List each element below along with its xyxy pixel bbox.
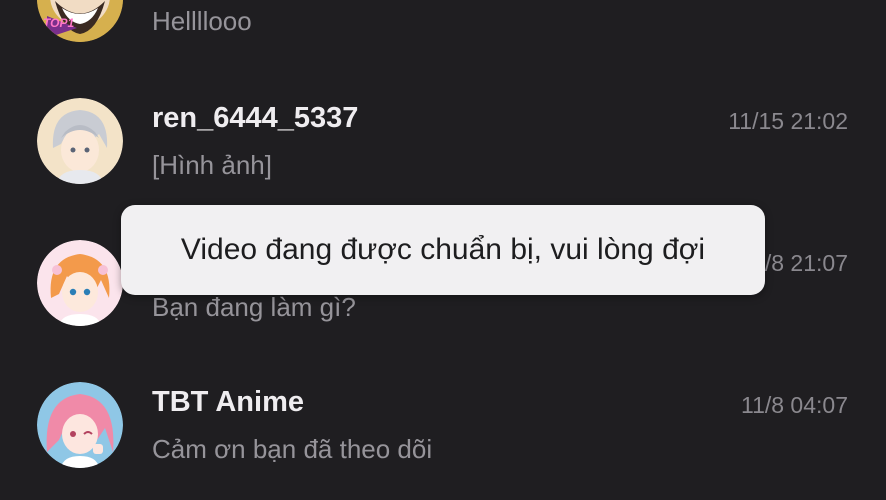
avatar-silver-hair-boy-icon[interactable] bbox=[37, 98, 123, 184]
toast-message: Video đang được chuẩn bị, vui lòng đợi bbox=[180, 233, 706, 266]
avatar-pink-hair-girl-icon[interactable] bbox=[37, 382, 123, 468]
avatar-badge: TOP1 bbox=[43, 16, 75, 30]
message-preview: Bạn đang làm gì? bbox=[152, 292, 356, 322]
message-time: 11/15 21:02 bbox=[728, 108, 848, 134]
contact-name: TBT Anime bbox=[152, 386, 304, 418]
conversation-item[interactable]: ren_6444_5337 11/15 21:02 [Hình ảnh] bbox=[0, 88, 886, 198]
toast-notification: Video đang được chuẩn bị, vui lòng đợi bbox=[121, 205, 765, 295]
conversation-list-screen: TOP1 Hellllooo ren_6444_5337 11/15 21:02… bbox=[0, 0, 886, 500]
contact-name: ren_6444_5337 bbox=[152, 102, 359, 134]
message-preview: Cảm ơn bạn đã theo dõi bbox=[152, 434, 433, 464]
conversation-item[interactable]: TOP1 Hellllooo bbox=[0, 0, 886, 48]
avatar-orange-hair-girl-icon[interactable] bbox=[37, 240, 123, 326]
avatar-anime-character-icon[interactable]: TOP1 bbox=[37, 0, 123, 42]
message-preview: Hellllooo bbox=[152, 6, 252, 36]
conversation-item[interactable]: TBT Anime 11/8 04:07 Cảm ơn bạn đã theo … bbox=[0, 372, 886, 482]
message-time: 11/8 04:07 bbox=[740, 392, 848, 418]
message-preview: [Hình ảnh] bbox=[152, 150, 272, 180]
